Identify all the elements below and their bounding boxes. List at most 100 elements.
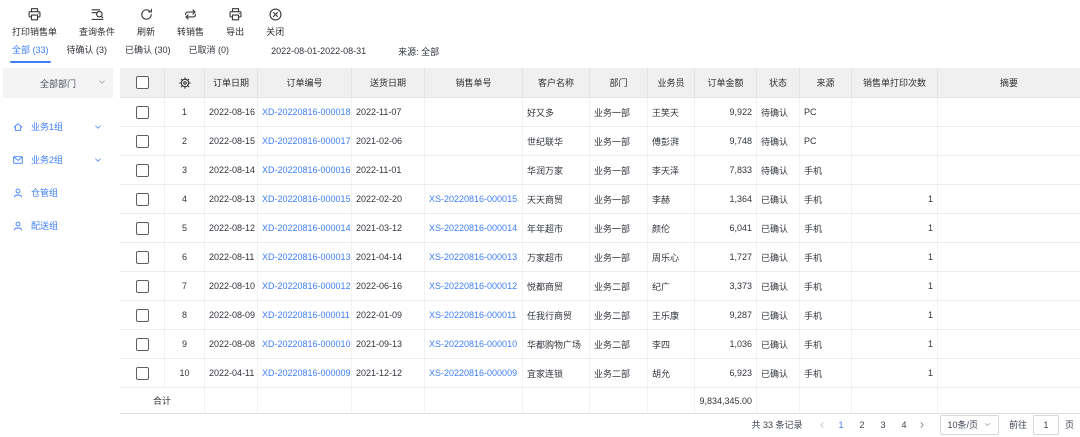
cell-customer: 世纪联华	[523, 127, 590, 155]
cell-order_no: XD-20220816-000013	[258, 243, 352, 271]
tab-cancelled[interactable]: 已取消 (0)	[189, 39, 230, 63]
row-checkbox[interactable]	[136, 222, 149, 235]
order-no-link[interactable]: XD-20220816-000014	[262, 223, 351, 233]
sidebar-item-dept-group-delivery[interactable]: 配送组	[0, 209, 113, 242]
sidebar-item-dept-group-warehouse[interactable]: 仓管组	[0, 176, 113, 209]
export-button[interactable]: 导出	[226, 7, 244, 38]
goto-page-input[interactable]	[1033, 415, 1059, 435]
cell-summary	[938, 272, 1080, 300]
order-no-link[interactable]: XD-20220816-000015	[262, 194, 351, 204]
cell-order_no: XD-20220816-000009	[258, 359, 352, 387]
cell-summary	[938, 156, 1080, 184]
page-size-select[interactable]: 10条/页	[940, 415, 999, 435]
sidebar-item-dept-group-sales2[interactable]: 业务2组	[0, 143, 113, 176]
order-no-link[interactable]: XD-20220816-000018	[262, 107, 351, 117]
cell-checkbox	[120, 98, 165, 126]
cell-order_date: 2022-04-11	[205, 359, 258, 387]
filter-tabs: 全部 (33) 待确认 (3) 已确认 (30) 已取消 (0)	[12, 39, 247, 63]
order-no-link[interactable]: XD-20220816-000016	[262, 165, 351, 175]
sidebar-item-dept-group-sales1[interactable]: 业务1组	[0, 110, 113, 143]
sales-no-link[interactable]: XS-20220816-000010	[429, 339, 517, 349]
order-no-link[interactable]: XD-20220816-000010	[262, 339, 351, 349]
cell-sales_no: XS-20220816-000010	[425, 330, 523, 358]
row-checkbox[interactable]	[136, 135, 149, 148]
transfer-to-sales-button[interactable]: 转销售	[177, 7, 204, 38]
cell-customer: 华润万家	[523, 156, 590, 184]
table-row: 62022-08-11XD-20220816-0000132021-04-14X…	[120, 243, 1080, 272]
row-checkbox[interactable]	[136, 251, 149, 264]
next-page-button[interactable]	[914, 420, 930, 430]
print-sales-order-button[interactable]: 打印销售单	[12, 7, 57, 38]
row-checkbox[interactable]	[136, 193, 149, 206]
row-checkbox[interactable]	[136, 367, 149, 380]
total-cell-order_date	[205, 388, 258, 413]
cell-print_count: 1	[852, 359, 938, 387]
total-cell-summary	[938, 388, 1080, 413]
records-count: 共 33 条记录	[751, 418, 802, 431]
prev-page-button[interactable]	[814, 420, 830, 430]
sales-no-link[interactable]: XS-20220816-000012	[429, 281, 517, 291]
query-conditions-button[interactable]: 查询条件	[79, 7, 115, 38]
table-row: 32022-08-14XD-20220816-0000162022-11-01华…	[120, 156, 1080, 185]
total-cell-print_count	[852, 388, 938, 413]
cell-order_no: XD-20220816-000014	[258, 214, 352, 242]
row-checkbox[interactable]	[136, 338, 149, 351]
tab-confirmed[interactable]: 已确认 (30)	[125, 39, 171, 63]
tab-pending[interactable]: 待确认 (3)	[67, 39, 108, 63]
page-number-1[interactable]: 1	[832, 420, 849, 430]
cell-order_date: 2022-08-13	[205, 185, 258, 213]
cell-delivery_date: 2022-02-20	[352, 185, 425, 213]
select-all-checkbox[interactable]	[136, 76, 149, 89]
row-checkbox[interactable]	[136, 106, 149, 119]
close-button[interactable]: 关闭	[266, 7, 284, 38]
page-number-2[interactable]: 2	[853, 420, 870, 430]
gear-icon[interactable]	[178, 76, 192, 90]
source-filter[interactable]: 来源: 全部	[398, 45, 439, 58]
order-no-link[interactable]: XD-20220816-000013	[262, 252, 351, 262]
cell-source: PC	[800, 127, 852, 155]
page-number-3[interactable]: 3	[874, 420, 891, 430]
cell-salesperson: 胡允	[648, 359, 695, 387]
cell-source: PC	[800, 98, 852, 126]
refresh-button[interactable]: 刷新	[137, 7, 155, 38]
sidebar-item-label: 仓管组	[31, 186, 58, 199]
sales-no-link[interactable]: XS-20220816-000011	[429, 310, 516, 320]
cell-delivery_date: 2022-01-09	[352, 301, 425, 329]
total-cell-sales_no	[425, 388, 523, 413]
cell-summary	[938, 301, 1080, 329]
table-total-row: 合计9,834,345.00	[120, 388, 1080, 414]
row-checkbox[interactable]	[136, 164, 149, 177]
cell-salesperson: 颜伦	[648, 214, 695, 242]
cell-checkbox	[120, 127, 165, 155]
cell-salesperson: 李四	[648, 330, 695, 358]
cell-status: 待确认	[757, 156, 800, 184]
cell-print_count	[852, 98, 938, 126]
chevron-down-icon[interactable]	[93, 155, 103, 165]
cell-customer: 万家超市	[523, 243, 590, 271]
order-no-link[interactable]: XD-20220816-000009	[262, 368, 351, 378]
cell-amount: 9,287	[695, 301, 757, 329]
order-no-link[interactable]: XD-20220816-000012	[262, 281, 351, 291]
date-range-filter[interactable]: 2022-08-01-2022-08-31	[271, 46, 366, 56]
cell-amount: 9,748	[695, 127, 757, 155]
tab-all[interactable]: 全部 (33)	[12, 39, 49, 63]
cell-order_date: 2022-08-16	[205, 98, 258, 126]
sales-no-link[interactable]: XS-20220816-000009	[429, 368, 517, 378]
cell-summary	[938, 127, 1080, 155]
cell-status: 已确认	[757, 272, 800, 300]
order-no-link[interactable]: XD-20220816-000017	[262, 136, 351, 146]
sales-no-link[interactable]: XS-20220816-000014	[429, 223, 517, 233]
cell-customer: 华都购物广场	[523, 330, 590, 358]
order-no-link[interactable]: XD-20220816-000011	[262, 310, 350, 320]
toolbar-button-label: 转销售	[177, 25, 204, 38]
row-checkbox[interactable]	[136, 309, 149, 322]
cell-source: 手机	[800, 359, 852, 387]
chevron-down-icon[interactable]	[93, 122, 103, 132]
department-select[interactable]: 全部部门	[3, 68, 113, 98]
cell-dept: 业务二部	[590, 272, 648, 300]
sales-no-link[interactable]: XS-20220816-000015	[429, 194, 517, 204]
cell-dept: 业务一部	[590, 98, 648, 126]
sales-no-link[interactable]: XS-20220816-000013	[429, 252, 517, 262]
row-checkbox[interactable]	[136, 280, 149, 293]
page-number-4[interactable]: 4	[895, 420, 912, 430]
